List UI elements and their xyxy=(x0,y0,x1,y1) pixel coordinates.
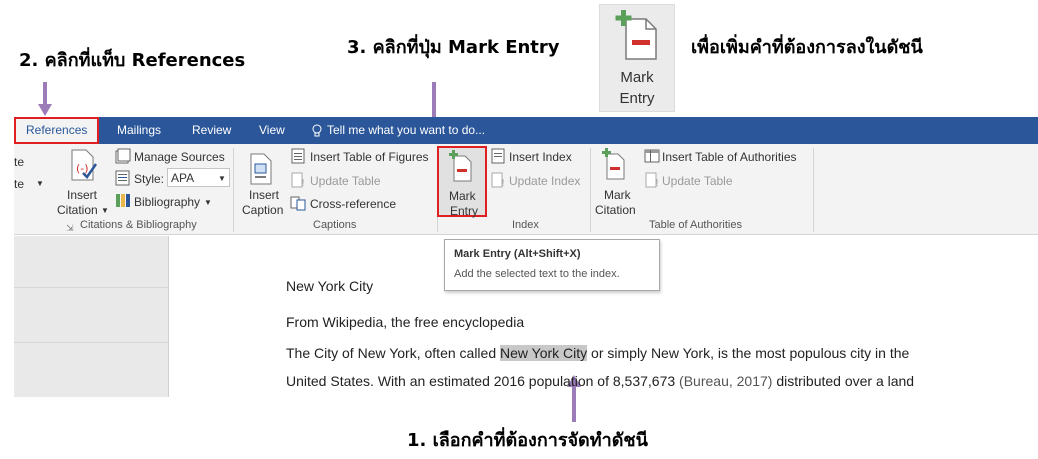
tooltip-description: Add the selected text to the index. xyxy=(454,268,620,280)
document-subtitle[interactable]: From Wikipedia, the free encyclopedia xyxy=(286,314,524,330)
update-table-icon: ! xyxy=(645,172,659,188)
cut-off-label-2[interactable]: te xyxy=(14,177,24,191)
mark-citation-icon xyxy=(602,148,625,180)
navigation-pane xyxy=(14,236,169,397)
update-table-button-captions[interactable]: Update Table xyxy=(310,174,381,188)
style-icon xyxy=(115,170,130,186)
cut-off-label-1: te xyxy=(14,155,25,169)
svg-text:(-): (-) xyxy=(76,162,89,175)
tab-mailings[interactable]: Mailings xyxy=(117,117,161,144)
bibliography-button[interactable]: Bibliography xyxy=(134,195,200,209)
ribbon-tab-bar: References Mailings Review View Tell me … xyxy=(14,117,1038,144)
style-dropdown[interactable]: APA ▼ xyxy=(167,168,230,187)
update-table-icon: ! xyxy=(291,172,305,188)
document-paragraph-line-2[interactable]: United States. With an estimated 2016 po… xyxy=(286,373,914,389)
svg-text:!: ! xyxy=(655,178,659,188)
document-title[interactable]: New York City xyxy=(286,278,373,294)
group-label-authorities: Table of Authorities xyxy=(649,219,742,231)
text-run: The City of New York, often called xyxy=(286,345,500,361)
group-label-captions: Captions xyxy=(313,219,357,231)
group-separator xyxy=(813,148,814,232)
navigation-pane-divider xyxy=(14,287,169,288)
chevron-down-icon: ▼ xyxy=(101,206,109,215)
dialog-launcher-icon[interactable]: ⇲ xyxy=(66,221,74,235)
group-label-citations: Citations & Bibliography xyxy=(80,219,197,231)
annotation-step3: 3. คลิกที่ปุ่ม Mark Entry xyxy=(347,37,560,58)
mark-entry-tooltip: Mark Entry (Alt+Shift+X) Add the selecte… xyxy=(444,239,660,291)
mark-entry-icon xyxy=(449,150,472,182)
insert-index-button[interactable]: Insert Index xyxy=(509,150,572,164)
cross-reference-button[interactable]: Cross-reference xyxy=(310,197,396,211)
manage-sources-button[interactable]: Manage Sources xyxy=(134,150,225,164)
annotation-step3-suffix: เพื่อเพิ่มคำที่ต้องการลงในดัชนี xyxy=(691,37,923,58)
mark-entry-large-icon-callout: Mark Entry xyxy=(599,4,675,112)
insert-caption-label-1[interactable]: Insert xyxy=(249,188,279,202)
mark-entry-label-2: Entry xyxy=(450,204,479,218)
text-run: or simply New York, is the most populous… xyxy=(587,345,910,361)
update-index-button[interactable]: Update Index xyxy=(509,174,580,188)
mark-entry-large-label-1: Mark xyxy=(620,69,654,86)
insert-citation-label-1: Insert xyxy=(67,188,98,202)
cross-reference-icon xyxy=(290,196,306,211)
mark-entry-button[interactable]: Mark Entry xyxy=(437,146,487,218)
chevron-down-icon: ▼ xyxy=(204,198,212,207)
insert-table-of-figures-button[interactable]: Insert Table of Figures xyxy=(310,150,429,164)
insert-caption-icon xyxy=(250,153,272,185)
group-label-index: Index xyxy=(512,219,539,231)
table-of-figures-icon xyxy=(291,148,305,164)
table-of-authorities-icon xyxy=(644,149,660,163)
navigation-pane-divider xyxy=(14,342,169,343)
text-run: United States. With an estimated 2016 po… xyxy=(286,373,680,389)
tab-references[interactable]: References xyxy=(14,117,100,144)
text-run: distributed over a land xyxy=(772,373,915,389)
insert-caption-label-2[interactable]: Caption xyxy=(242,203,283,217)
arrow-to-references-tab xyxy=(43,82,47,106)
arrow-head-references xyxy=(38,104,52,116)
selected-text[interactable]: New York City xyxy=(500,345,588,361)
mark-citation-label-1: Mark xyxy=(604,188,631,202)
update-index-icon: ! xyxy=(491,172,505,188)
insert-table-of-authorities-button[interactable]: Insert Table of Authorities xyxy=(662,150,797,164)
style-value: APA xyxy=(171,171,195,185)
group-separator xyxy=(590,148,591,232)
document-paragraph-line-1[interactable]: The City of New York, often called New Y… xyxy=(286,345,909,361)
manage-sources-icon xyxy=(115,148,131,164)
mark-entry-icon xyxy=(615,10,657,60)
tell-me-search[interactable]: Tell me what you want to do... xyxy=(327,117,485,144)
bibliography-icon xyxy=(116,194,130,207)
svg-text:!: ! xyxy=(501,178,505,188)
insert-citation-icon: (-) xyxy=(71,149,98,181)
tab-view[interactable]: View xyxy=(259,117,285,144)
insert-citation-label-2: Citation xyxy=(57,203,98,217)
dropdown-arrow-icon: ▼ xyxy=(36,179,44,188)
arrow-to-selection xyxy=(572,386,576,422)
ribbon-panel: te te ▼ (-) Insert Citation ▼ Manage Sou… xyxy=(14,144,1038,235)
mark-entry-label-1: Mark xyxy=(449,189,476,203)
tooltip-title: Mark Entry (Alt+Shift+X) xyxy=(454,248,581,260)
insert-index-icon xyxy=(491,148,505,164)
group-separator xyxy=(233,148,234,232)
tab-review[interactable]: Review xyxy=(192,117,231,144)
svg-text:!: ! xyxy=(301,178,305,188)
mark-entry-large-label-2: Entry xyxy=(619,90,655,107)
update-table-button-authorities[interactable]: Update Table xyxy=(662,174,733,188)
annotation-step1: 1. เลือกคำที่ต้องการจัดทำดัชนี xyxy=(407,430,648,451)
annotation-step2: 2. คลิกที่แท็บ References xyxy=(19,50,246,71)
style-label: Style: xyxy=(134,172,165,186)
citation-text[interactable]: (Bureau, 2017) xyxy=(679,373,772,389)
chevron-down-icon: ▼ xyxy=(218,174,226,183)
lightbulb-icon xyxy=(312,124,322,137)
mark-citation-label-2: Citation xyxy=(595,203,636,217)
